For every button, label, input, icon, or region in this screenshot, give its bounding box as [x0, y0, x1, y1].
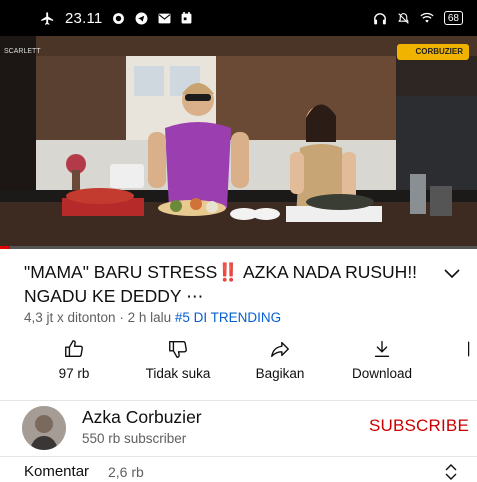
dislike-icon	[169, 340, 187, 358]
like-icon	[65, 340, 83, 358]
like-button[interactable]: 97 rb	[46, 338, 102, 381]
action-bar: 97 rb Tidak suka Bagikan Download	[0, 338, 477, 394]
video-progress-fill	[0, 246, 10, 249]
comments-count: 2,6 rb	[108, 464, 144, 480]
chevron-updown-icon[interactable]	[443, 463, 459, 481]
headphones-icon	[373, 12, 387, 25]
video-progress-bar[interactable]	[0, 246, 477, 249]
channel-row[interactable]: Azka Corbuzier 550 rb subscriber SUBSCRI…	[0, 404, 477, 452]
comments-header[interactable]: Komentar 2,6 rb	[0, 460, 477, 482]
divider	[0, 456, 477, 457]
dislike-button[interactable]: Tidak suka	[133, 338, 223, 381]
video-meta: 4,3 jt x ditonton · 2 h lalu #5 DI TREND…	[24, 310, 281, 325]
download-button[interactable]: Download	[342, 338, 422, 381]
mute-icon	[397, 12, 410, 25]
telegram-icon	[135, 12, 148, 25]
video-title-row[interactable]: "MAMA" BARU STRESS‼️ AZKA NADA RUSUH!! N…	[24, 260, 464, 308]
more-actions-button[interactable]	[468, 338, 477, 360]
view-count: 4,3 jt x ditonton	[24, 310, 116, 325]
share-label: Bagikan	[255, 366, 305, 381]
video-player[interactable]: SCARLETT CORBUZIER	[0, 36, 477, 248]
share-icon	[271, 341, 289, 358]
wifi-icon	[420, 12, 434, 24]
chevron-down-icon[interactable]	[440, 264, 464, 284]
avatar[interactable]	[22, 406, 66, 450]
channel-watermark: CORBUZIER	[397, 44, 469, 60]
status-bar: 23.11 68	[0, 0, 477, 36]
battery-level: 68	[447, 12, 459, 24]
subscriber-count: 550 rb subscriber	[82, 431, 187, 446]
clip-icon	[468, 341, 470, 357]
status-right: 68	[373, 11, 463, 25]
watermark-text: CORBUZIER	[415, 47, 463, 56]
battery-icon: 68	[443, 11, 463, 25]
status-left: 23.11	[40, 10, 192, 27]
video-title: "MAMA" BARU STRESS‼️ AZKA NADA RUSUH!! N…	[24, 262, 418, 306]
meta-separator: ·	[115, 310, 128, 325]
status-time: 23.11	[65, 9, 103, 27]
channel-name[interactable]: Azka Corbuzier	[82, 407, 202, 428]
download-icon	[374, 340, 390, 358]
upload-time: 2 h lalu	[127, 310, 172, 325]
share-button[interactable]: Bagikan	[245, 338, 315, 381]
whatsapp-icon	[112, 12, 125, 25]
gmail-icon	[158, 13, 171, 24]
comments-label: Komentar	[24, 463, 90, 480]
corner-watermark: SCARLETT	[4, 48, 41, 55]
divider	[0, 400, 477, 401]
airplane-icon	[40, 11, 55, 26]
subscribe-button[interactable]: SUBSCRIBE	[369, 416, 469, 436]
trending-tag[interactable]: #5 DI TRENDING	[175, 310, 281, 325]
dislike-label: Tidak suka	[145, 366, 211, 381]
calendar-icon	[181, 12, 192, 24]
download-label: Download	[351, 366, 413, 381]
like-count: 97 rb	[58, 366, 90, 381]
video-frame	[0, 36, 477, 248]
